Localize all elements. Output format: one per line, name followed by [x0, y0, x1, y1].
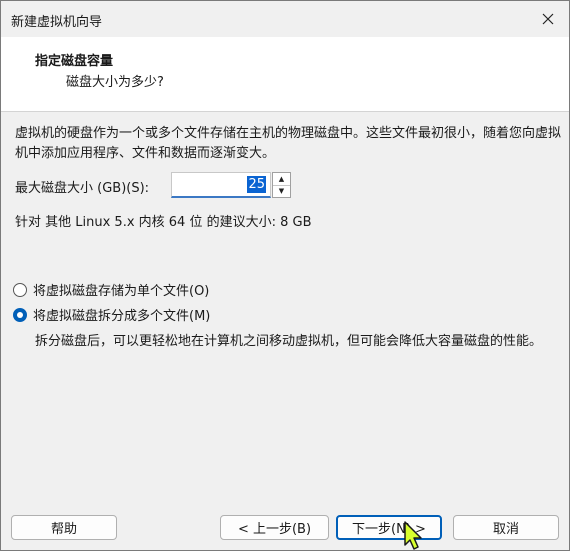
back-button[interactable]: < 上一步(B): [220, 515, 329, 540]
disk-size-input[interactable]: 25: [171, 172, 271, 198]
recommended-size-text: 针对 其他 Linux 5.x 内核 64 位 的建议大小: 8 GB: [15, 215, 312, 230]
wizard-window: 新建虚拟机向导 指定磁盘容量 磁盘大小为多少? 虚拟机的硬盘作为一个或多个文件存…: [0, 0, 570, 551]
stepper-buttons: ▲ ▼: [272, 172, 291, 198]
single-file-option[interactable]: 将虚拟磁盘存储为单个文件(O): [13, 280, 209, 299]
arrow-up-icon: ▲: [278, 175, 285, 183]
wizard-header: 指定磁盘容量 磁盘大小为多少?: [1, 37, 569, 112]
disk-size-value: 25: [247, 176, 266, 193]
split-disk-note: 拆分磁盘后，可以更轻松地在计算机之间移动虚拟机，但可能会降低大容量磁盘的性能。: [35, 334, 543, 349]
title-bar: 新建虚拟机向导: [1, 1, 569, 37]
multiple-files-option[interactable]: 将虚拟磁盘拆分成多个文件(M): [13, 305, 210, 324]
disk-size-label: 最大磁盘大小 (GB)(S):: [15, 181, 150, 196]
help-button[interactable]: 帮助: [11, 515, 117, 540]
multiple-files-label: 将虚拟磁盘拆分成多个文件(M): [33, 309, 211, 324]
description-text: 虚拟机的硬盘作为一个或多个文件存储在主机的物理磁盘中。这些文件最初很小，随着您向…: [15, 126, 562, 161]
disk-size-stepper[interactable]: 25 ▲ ▼: [171, 172, 291, 198]
single-file-label: 将虚拟磁盘存储为单个文件(O): [33, 284, 210, 299]
page-subtitle: 磁盘大小为多少?: [66, 75, 164, 90]
arrow-down-icon: ▼: [278, 187, 285, 195]
window-title: 新建虚拟机向导: [11, 15, 103, 30]
next-button[interactable]: 下一步(N) >: [336, 515, 442, 540]
multiple-files-radio[interactable]: [13, 307, 27, 322]
cancel-button[interactable]: 取消: [453, 515, 559, 540]
mouse-cursor-icon: [404, 521, 422, 550]
page-title: 指定磁盘容量: [35, 54, 114, 69]
close-icon: [542, 13, 554, 25]
close-button[interactable]: [533, 5, 563, 33]
single-file-radio[interactable]: [13, 282, 27, 297]
spin-down-button[interactable]: ▼: [273, 185, 290, 197]
